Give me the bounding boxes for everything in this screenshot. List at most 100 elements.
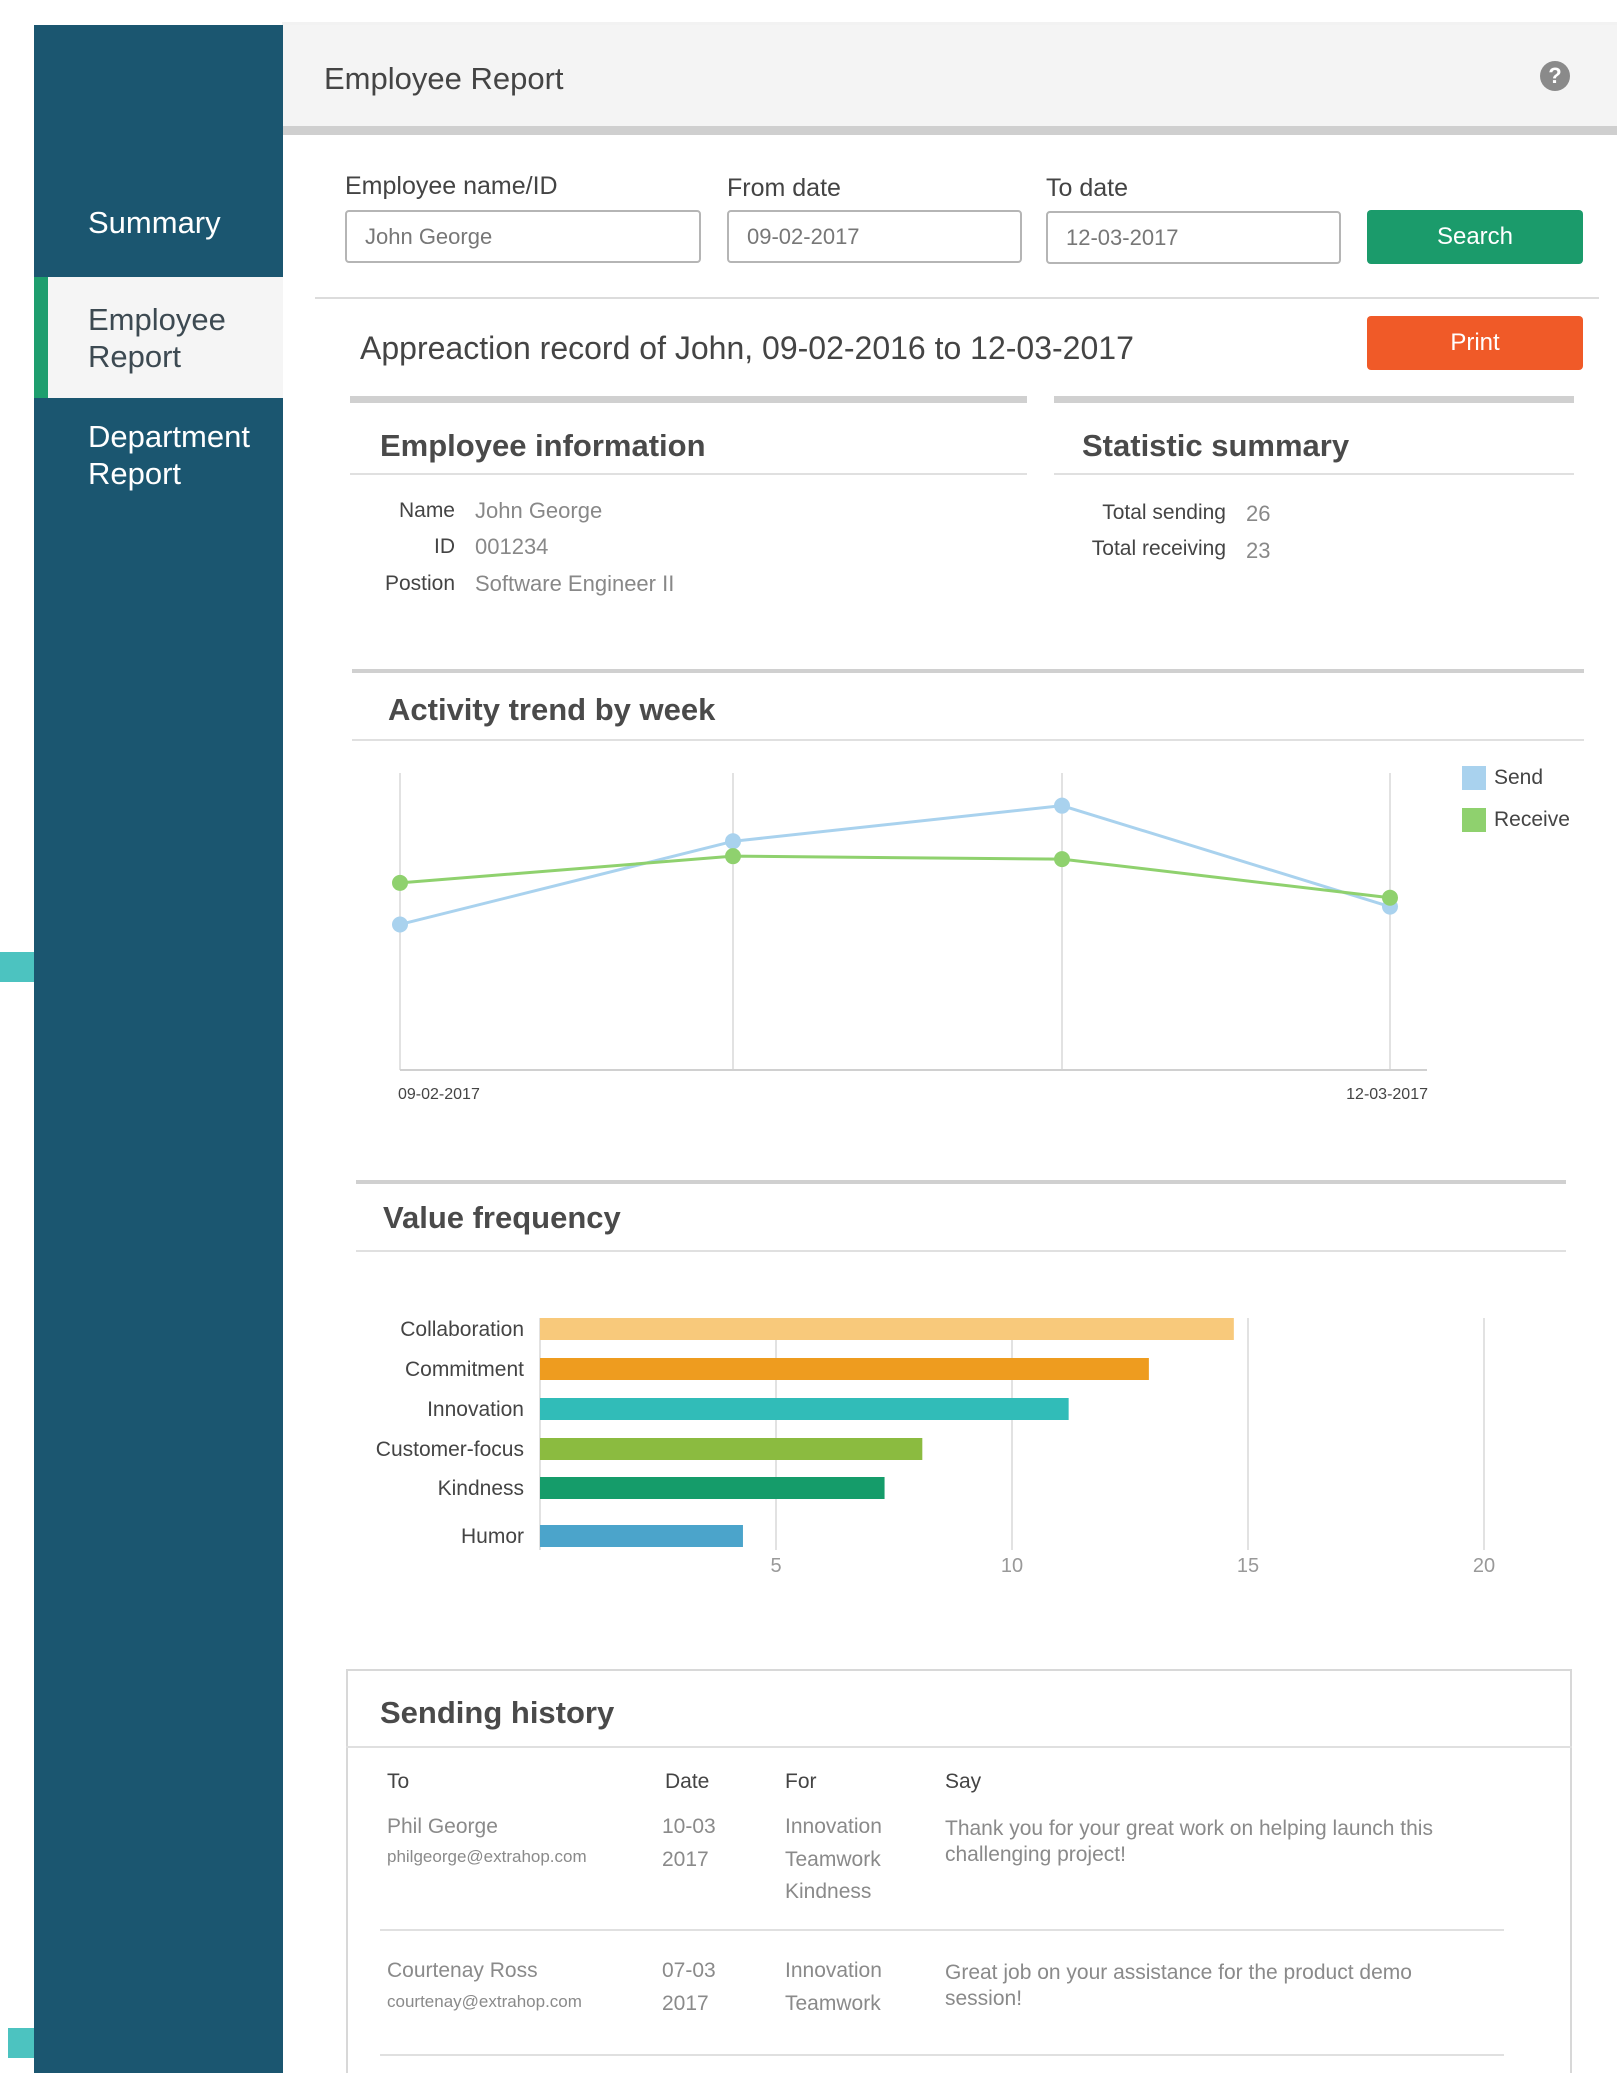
value-tag: Teamwork xyxy=(785,1848,881,1871)
category-label: Collaboration xyxy=(400,1318,524,1341)
employee-field-label: Employee name/ID xyxy=(345,172,558,200)
statistic-summary-title: Statistic summary xyxy=(1082,428,1350,463)
page-title: Employee Report xyxy=(324,61,564,96)
edge-marker xyxy=(8,2028,34,2058)
search-button[interactable]: Search xyxy=(1367,210,1583,264)
value-frequency-title: Value frequency xyxy=(383,1200,621,1235)
sidebar-item-label: Employee Report xyxy=(88,302,226,374)
section-rule xyxy=(352,739,1584,741)
data-point-receive xyxy=(392,874,408,891)
sidebar-item-employee-report[interactable]: Employee Report xyxy=(34,277,283,398)
sidebar-item-label: Summary xyxy=(88,205,221,240)
category-label: Humor xyxy=(461,1525,524,1548)
value-tag: Teamwork xyxy=(785,1992,881,2015)
date-year: 2017 xyxy=(662,1992,709,2015)
to-date-label: To date xyxy=(1046,174,1129,202)
legend-receive-label: Receive xyxy=(1494,808,1570,831)
value-frequency-chart: 5 10 15 20 Collaboration Commitment Innovation… xyxy=(376,1318,1495,1577)
bar-humor xyxy=(540,1525,743,1547)
bar-customer-focus xyxy=(540,1438,923,1460)
x-tick-label: 10 xyxy=(1001,1555,1023,1577)
name-key: Name xyxy=(398,499,455,522)
data-point-receive xyxy=(725,848,741,865)
recipient-email: philgeorge@extrahop.com xyxy=(387,1847,587,1866)
activity-trend-chart: 09-02-2017 12-03-2017 xyxy=(392,773,1428,1103)
section-rule xyxy=(356,1250,1566,1252)
legend-receive-swatch xyxy=(1462,808,1486,832)
activity-trend-title: Activity trend by week xyxy=(388,692,716,727)
message-text: Thank you for your great work on helping… xyxy=(945,1817,1433,1866)
x-tick-label: 5 xyxy=(770,1555,781,1577)
total-sending-key: Total sending xyxy=(1102,501,1226,524)
sending-history-title: Sending history xyxy=(380,1695,615,1730)
col-to-header: To xyxy=(387,1770,410,1793)
sidebar-item-department-report[interactable]: Department Report xyxy=(34,418,283,492)
category-label: Customer-focus xyxy=(376,1438,524,1461)
category-label: Kindness xyxy=(438,1477,524,1500)
section-top-rule xyxy=(350,396,1027,403)
data-point-receive xyxy=(1382,889,1398,906)
section-rule xyxy=(1054,473,1574,475)
bar-innovation xyxy=(540,1398,1069,1420)
date-day: 10-03 xyxy=(662,1815,716,1838)
data-point-receive xyxy=(1054,851,1070,868)
date-day: 07-03 xyxy=(662,1959,716,1982)
total-receiving-value: 23 xyxy=(1246,538,1271,563)
id-value: 001234 xyxy=(475,534,549,559)
id-key: ID xyxy=(434,535,455,558)
data-point-send xyxy=(392,916,408,933)
recipient-name: Courtenay Ross xyxy=(387,1959,538,1982)
bar-kindness xyxy=(540,1477,885,1499)
help-icon[interactable]: ? xyxy=(1540,61,1570,91)
message-text: Great job on your assistance for the pro… xyxy=(945,1961,1412,2010)
page-header: Employee Report ? xyxy=(283,25,1617,126)
category-label: Commitment xyxy=(405,1358,524,1381)
employee-input[interactable] xyxy=(345,210,701,263)
record-title: Appreaction record of John, 09-02-2016 t… xyxy=(360,330,1134,366)
bar-collaboration xyxy=(540,1318,1234,1340)
section-top-rule xyxy=(356,1180,1566,1184)
from-date-label: From date xyxy=(727,174,841,202)
x-tick-label: 15 xyxy=(1237,1555,1259,1577)
series-line-send xyxy=(399,804,1391,926)
col-for-header: For xyxy=(785,1770,817,1793)
sidebar: Summary Employee Report Department Repor… xyxy=(34,25,283,2073)
position-key: Postion xyxy=(384,572,455,595)
to-date-input[interactable] xyxy=(1046,211,1341,264)
recipient-email: courtenay@extrahop.com xyxy=(387,1992,582,2011)
date-year: 2017 xyxy=(662,1848,709,1871)
sidebar-item-summary[interactable]: Summary xyxy=(34,204,283,244)
position-value: Software Engineer II xyxy=(475,571,675,596)
data-point-send xyxy=(725,833,741,850)
col-say-header: Say xyxy=(945,1770,982,1793)
x-tick-label: 20 xyxy=(1473,1555,1495,1577)
print-button[interactable]: Print xyxy=(1367,316,1583,370)
name-value: John George xyxy=(475,498,603,523)
total-receiving-key: Total receiving xyxy=(1091,537,1226,560)
col-date-header: Date xyxy=(665,1770,710,1793)
section-top-rule xyxy=(352,669,1584,673)
x-tick-label: 12-03-2017 xyxy=(1346,1086,1428,1103)
recipient-name: Phil George xyxy=(387,1815,498,1838)
value-tag: Innovation xyxy=(785,1959,882,1982)
from-date-input[interactable] xyxy=(727,210,1022,263)
row-divider xyxy=(380,1929,1504,1931)
value-tag: Kindness xyxy=(785,1880,872,1903)
section-rule xyxy=(346,1746,1572,1748)
x-tick-label: 09-02-2017 xyxy=(398,1086,480,1103)
data-point-send xyxy=(1054,797,1070,814)
legend-send-label: Send xyxy=(1494,766,1544,789)
section-top-rule xyxy=(1054,396,1574,403)
sidebar-item-label: Department Report xyxy=(88,419,250,491)
category-label: Innovation xyxy=(427,1398,524,1421)
header-underline xyxy=(283,126,1617,135)
section-rule xyxy=(350,473,1027,475)
legend-send-swatch xyxy=(1462,766,1486,790)
row-divider xyxy=(380,2054,1504,2056)
total-sending-value: 26 xyxy=(1246,501,1271,526)
form-divider xyxy=(315,297,1599,299)
employee-info-title: Employee information xyxy=(380,428,706,463)
value-tag: Innovation xyxy=(785,1815,882,1838)
bar-commitment xyxy=(540,1358,1149,1380)
edge-marker xyxy=(0,952,34,982)
